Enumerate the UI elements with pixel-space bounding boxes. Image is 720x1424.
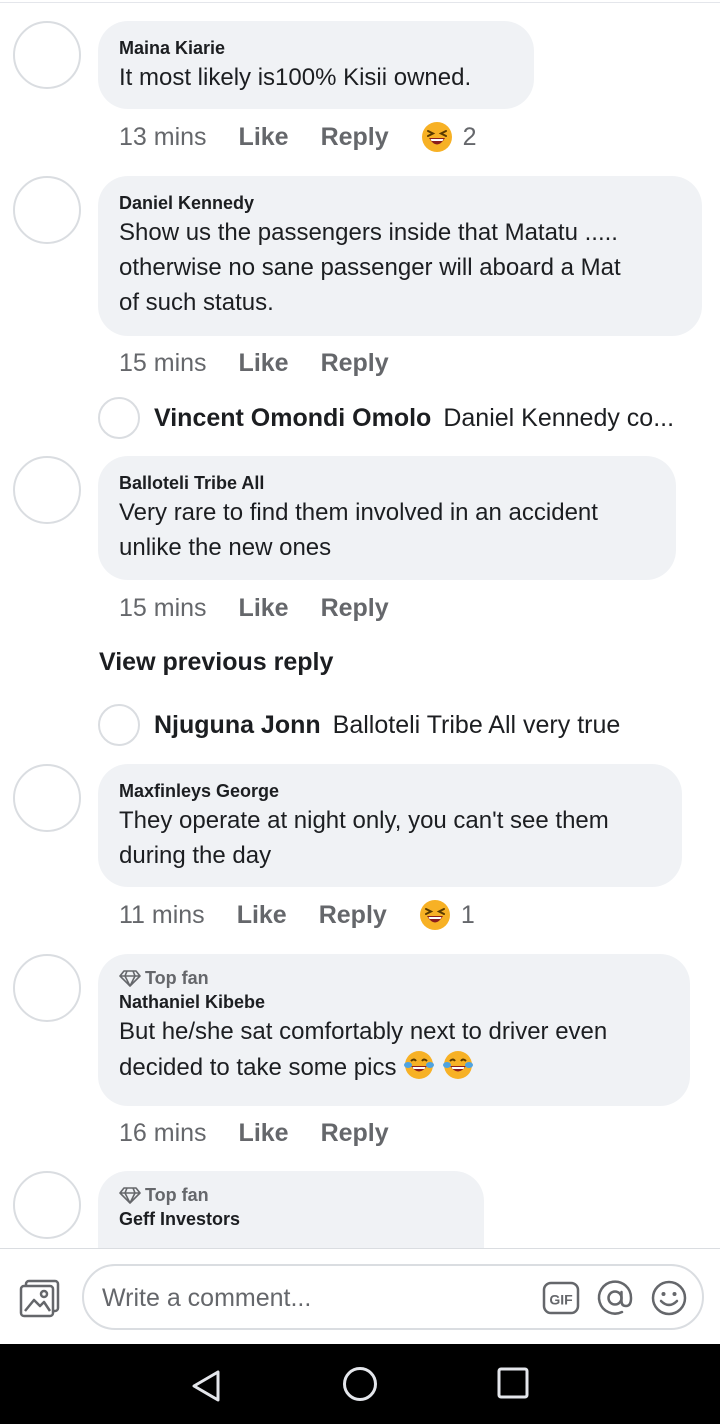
comment-time: 13 mins (119, 122, 207, 151)
reply-avatar[interactable] (98, 704, 140, 746)
reply-button[interactable]: Reply (321, 123, 389, 152)
avatar[interactable] (13, 21, 81, 89)
avatar[interactable] (13, 1171, 81, 1239)
top-fan-label: Top fan (145, 968, 209, 988)
tears-of-joy-emoji-icon (442, 1051, 473, 1079)
comment-time: 15 mins (119, 348, 207, 377)
gif-label: GIF (549, 1292, 573, 1308)
reply-button[interactable]: Reply (321, 1119, 389, 1148)
laughing-emoji-icon[interactable] (421, 121, 453, 153)
comment-bubble[interactable]: Balloteli Tribe All Very rare to find th… (98, 456, 676, 580)
like-button[interactable]: Like (239, 349, 289, 378)
comment-text-line: unlike the new ones (119, 534, 332, 561)
comment-bubble[interactable]: Daniel Kennedy Show us the passengers in… (98, 176, 702, 336)
comment-text-line: of such status. (119, 289, 274, 316)
comment-bubble[interactable]: Maina Kiarie It most likely is100% Kisii… (98, 21, 534, 109)
comment-actions: 16 mins Like Reply (119, 1116, 421, 1150)
like-button[interactable]: Like (237, 901, 287, 930)
avatar[interactable] (13, 764, 81, 832)
system-navigation-bar (0, 1344, 720, 1424)
comment-time: 11 mins (119, 900, 205, 929)
comment-author[interactable]: Nathaniel Kibebe (119, 990, 669, 1014)
top-fan-badge: Top fan (119, 1183, 463, 1207)
reply-button[interactable]: Reply (321, 349, 389, 378)
avatar[interactable] (13, 176, 81, 244)
comment-text: It most likely is100% Kisii owned. (119, 64, 472, 91)
reaction-count[interactable]: 2 (463, 123, 477, 152)
like-button[interactable]: Like (239, 594, 289, 623)
back-icon[interactable] (186, 1366, 226, 1406)
reply-author[interactable]: Vincent Omondi Omolo (154, 404, 431, 433)
comment-actions: 15 mins Like Reply (119, 591, 421, 625)
comment-text-line: They operate at night only, you can't se… (119, 807, 609, 834)
comment-box[interactable]: GIF (82, 1264, 704, 1330)
like-button[interactable]: Like (239, 123, 289, 152)
comment-bubble[interactable]: Maxfinleys George They operate at night … (98, 764, 682, 887)
comment-input[interactable] (102, 1280, 522, 1316)
comment-text-line: decided to take some pics (119, 1054, 397, 1081)
tears-of-joy-emoji-icon (404, 1051, 435, 1079)
laughing-emoji-icon[interactable] (419, 899, 451, 931)
diamond-icon (119, 970, 141, 987)
reply-preview[interactable]: Njuguna Jonn Balloteli Tribe All very tr… (98, 703, 620, 747)
avatar[interactable] (13, 954, 81, 1022)
mention-icon[interactable] (596, 1279, 634, 1317)
comment-text-line-with-emoji: decided to take some pics (119, 1049, 669, 1085)
diamond-icon (119, 1187, 141, 1204)
top-fan-badge: Top fan (119, 966, 669, 990)
avatar[interactable] (13, 456, 81, 524)
reply-author[interactable]: Njuguna Jonn (154, 711, 321, 740)
comment-author[interactable]: Daniel Kennedy (119, 191, 681, 215)
photo-icon[interactable] (18, 1278, 62, 1318)
comment-text-line: during the day (119, 842, 272, 869)
comment-text-line: Very rare to find them involved in an ac… (119, 499, 598, 526)
reply-button[interactable]: Reply (319, 901, 387, 930)
reply-text: Daniel Kennedy co... (443, 403, 675, 432)
top-fan-label: Top fan (145, 1185, 209, 1205)
reply-preview[interactable]: Vincent Omondi Omolo Daniel Kennedy co..… (98, 396, 674, 440)
comment-time: 16 mins (119, 1118, 207, 1147)
reply-button[interactable]: Reply (321, 594, 389, 623)
reply-avatar[interactable] (98, 397, 140, 439)
reply-text: Balloteli Tribe All very true (332, 710, 621, 739)
comment-time: 15 mins (119, 593, 207, 622)
comment-text-line: Show us the passengers inside that Matat… (119, 219, 618, 246)
recent-apps-icon[interactable] (496, 1366, 530, 1400)
comment-text-line: otherwise no sane passenger will aboard … (119, 254, 621, 281)
comment-author[interactable]: Balloteli Tribe All (119, 471, 655, 495)
like-button[interactable]: Like (239, 1119, 289, 1148)
comment-composer: GIF (0, 1248, 720, 1344)
view-previous-reply-link[interactable]: View previous reply (99, 648, 333, 677)
emoji-icon[interactable] (650, 1279, 688, 1317)
comments-list[interactable]: Maina Kiarie It most likely is100% Kisii… (0, 0, 720, 1248)
home-icon[interactable] (342, 1366, 378, 1402)
comment-bubble[interactable]: Top fan Nathaniel Kibebe But he/she sat … (98, 954, 690, 1106)
comment-author[interactable]: Geff Investors (119, 1207, 463, 1231)
reaction-count[interactable]: 1 (461, 901, 475, 930)
gif-icon[interactable]: GIF (542, 1281, 580, 1315)
comment-author[interactable]: Maina Kiarie (119, 36, 513, 60)
comment-text-line: But he/she sat comfortably next to drive… (119, 1018, 608, 1045)
comment-author[interactable]: Maxfinleys George (119, 779, 661, 803)
comment-actions: 11 mins Like Reply 1 (119, 898, 475, 932)
comment-actions: 15 mins Like Reply (119, 346, 421, 380)
comment-bubble[interactable]: Top fan Geff Investors (98, 1171, 484, 1248)
comment-actions: 13 mins Like Reply 2 (119, 120, 477, 154)
